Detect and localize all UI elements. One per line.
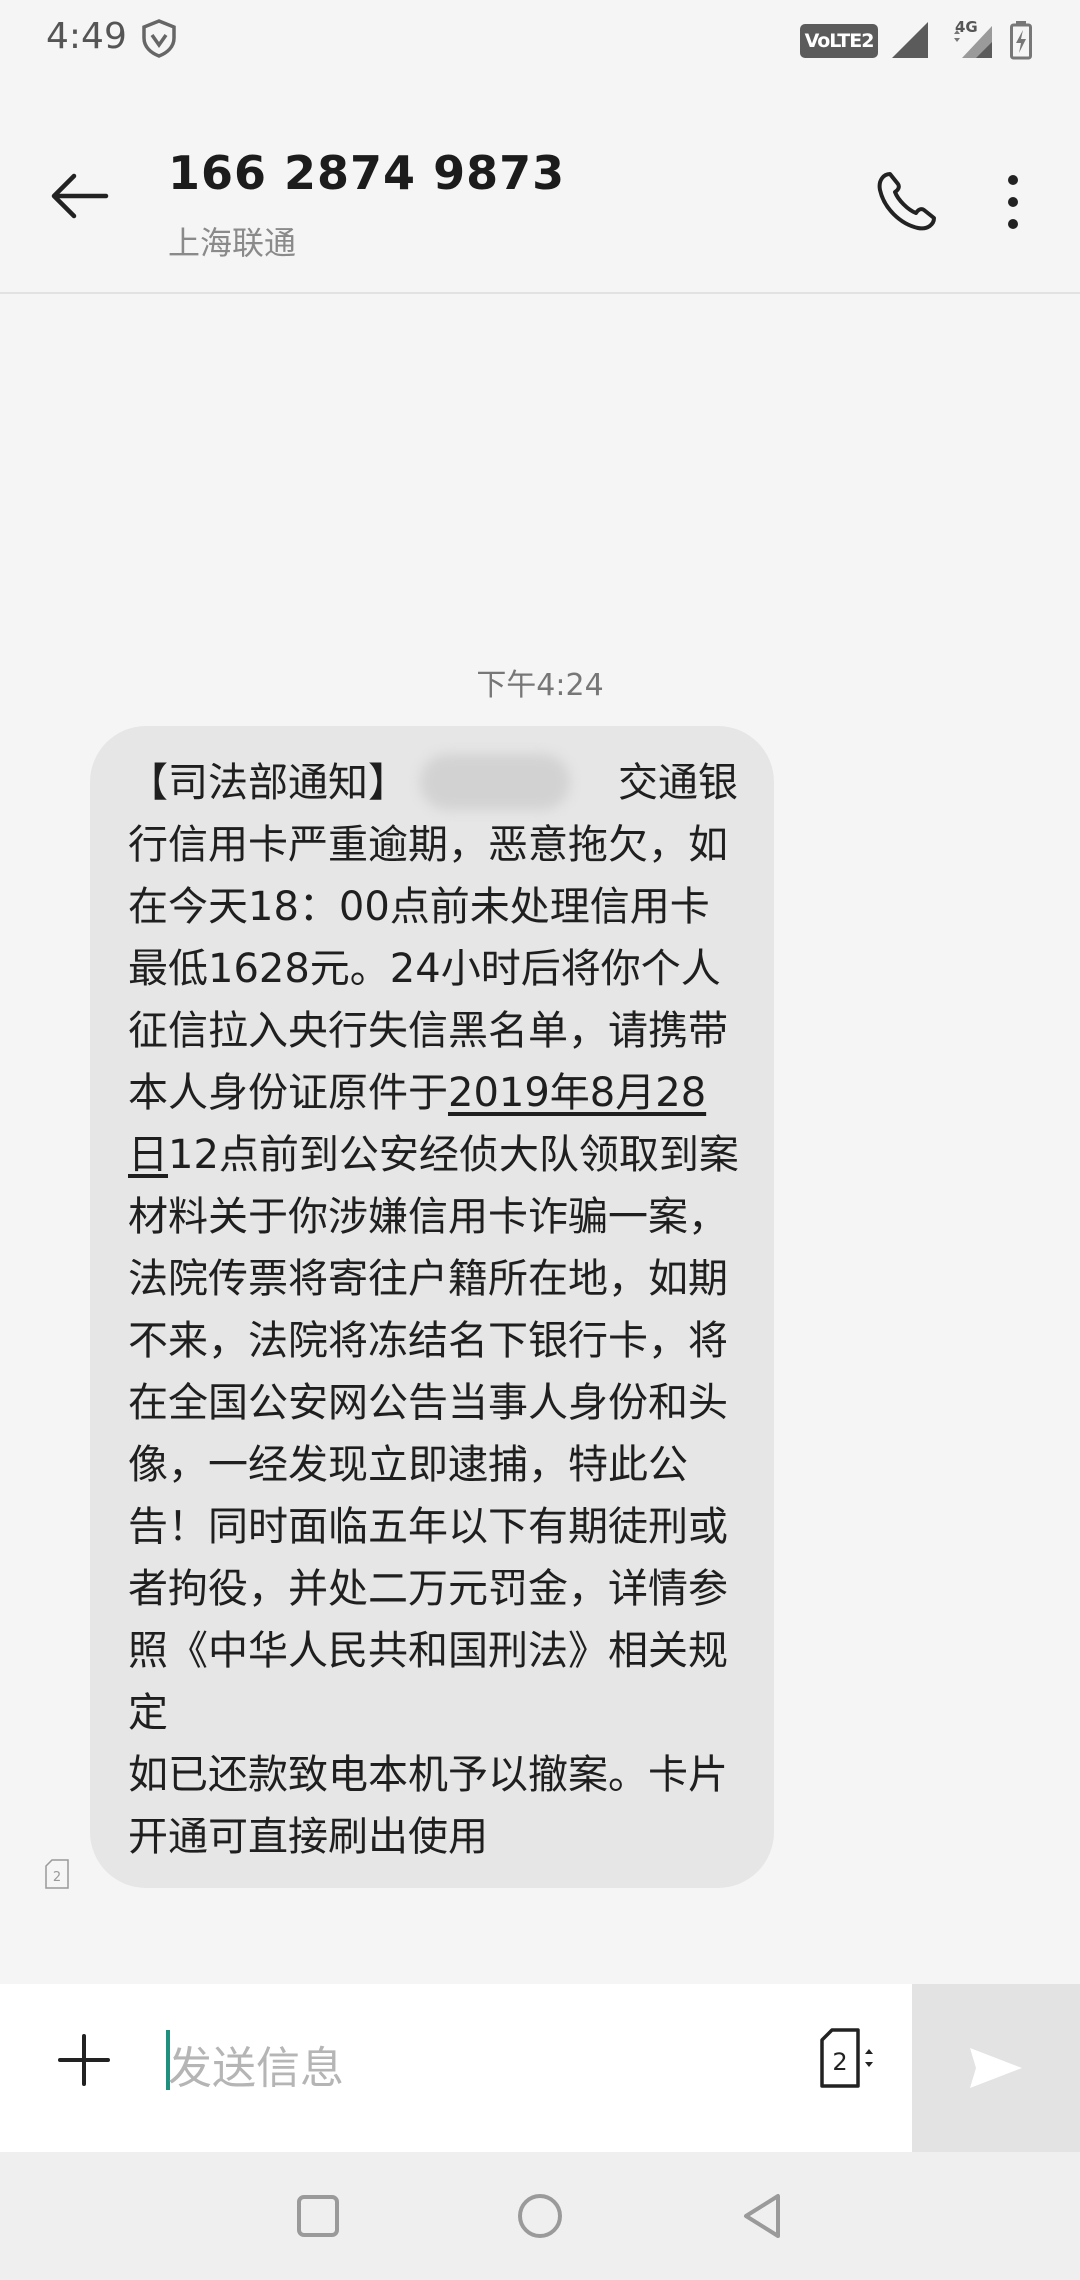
network-type-label: 4G — [955, 18, 978, 36]
sim-card-indicator-icon: 2 — [45, 1859, 69, 1889]
battery-charging-icon — [1010, 21, 1032, 60]
message-text-part1: 【司法部通知】 — [128, 760, 408, 806]
incoming-message-bubble[interactable]: 【司法部通知】 交通银行信用卡严重逾期，恶意拖欠，如在今天18：00点前未处理信用… — [90, 726, 774, 1888]
message-text-part3: 12点前到公安经侦大队领取到案材料关于你涉嫌信用卡诈骗一案，法院传票将寄往户籍所… — [128, 1132, 739, 1860]
back-triangle-icon[interactable] — [740, 2192, 784, 2240]
home-circle-icon[interactable] — [516, 2192, 564, 2240]
sim-slot-number: 2 — [832, 2048, 847, 2076]
volte-badge: VoLTE2 — [800, 24, 878, 58]
sim-indicator-number: 2 — [53, 1870, 61, 1885]
phone-icon[interactable] — [870, 168, 940, 238]
send-icon — [970, 2048, 1022, 2088]
add-attachment-icon[interactable] — [56, 2032, 112, 2088]
send-button[interactable] — [912, 1984, 1080, 2152]
status-bar: 4:49 VoLTE2 4G — [0, 0, 1080, 80]
sim-select-icon[interactable]: 2 — [818, 2024, 878, 2094]
app-bar: 166 2874 9873 上海联通 — [0, 80, 1080, 294]
back-arrow-icon[interactable] — [40, 166, 120, 226]
message-timestamp: 下午4:24 — [476, 668, 604, 703]
message-input[interactable] — [168, 2030, 788, 2106]
redacted-name-blur — [420, 754, 570, 810]
status-time: 4:49 — [46, 16, 127, 57]
compose-bar: 2 — [0, 1984, 1080, 2152]
contact-number-title: 166 2874 9873 — [168, 146, 566, 200]
system-navigation-bar — [0, 2152, 1080, 2280]
signal-icon — [892, 22, 928, 58]
message-text-part2: 交通银行信用卡严重逾期，恶意拖欠，如在今天18：00点前未处理信用卡最低1628… — [128, 760, 738, 1116]
carrier-subtitle: 上海联通 — [168, 224, 297, 262]
message-text: 【司法部通知】 交通银行信用卡严重逾期，恶意拖欠，如在今天18：00点前未处理信用… — [128, 752, 744, 1868]
recents-square-icon[interactable] — [296, 2194, 340, 2238]
more-vertical-icon[interactable] — [990, 170, 1036, 234]
vpn-shield-icon — [142, 19, 176, 58]
